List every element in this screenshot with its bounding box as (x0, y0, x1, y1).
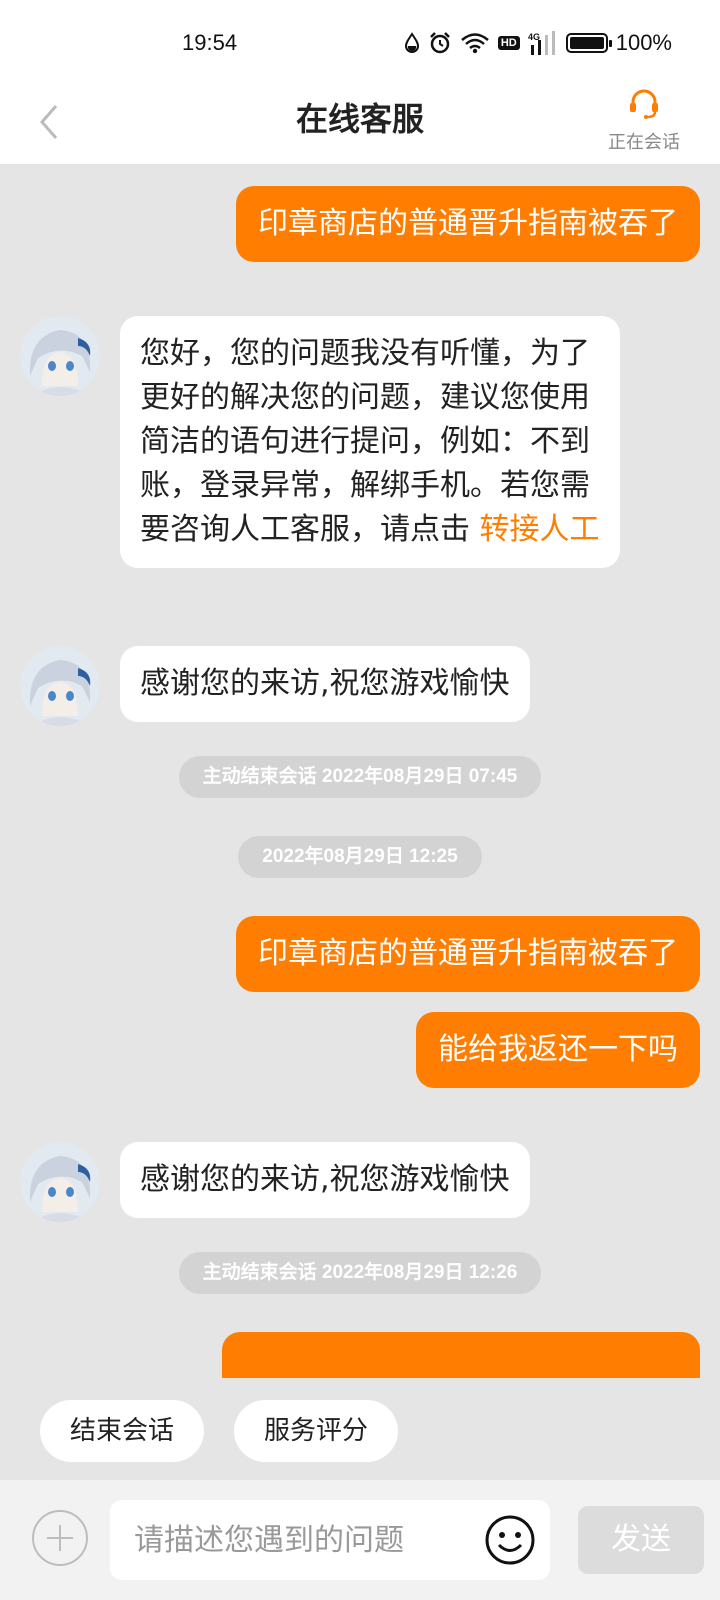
user-message: 能给我返还一下吗 (416, 1012, 700, 1088)
plus-circle-icon[interactable] (32, 1510, 88, 1566)
avatar-image (20, 316, 100, 396)
agent-message: 您好，您的问题我没有听懂，为了更好的解决您的问题，建议您使用简洁的语句进行提问，… (120, 316, 620, 568)
agent-avatar (20, 316, 100, 396)
message-timestamp: 2022年08月29日 12:25 (0, 836, 720, 878)
status-bar: 19:54 HD 4G 100% (0, 0, 720, 80)
status-time: 19:54 (182, 30, 238, 55)
avatar-image (20, 1142, 100, 1222)
rate-service-button[interactable]: 服务评分 (234, 1400, 399, 1462)
input-bar: 发送 (0, 1480, 720, 1600)
wifi-icon (460, 32, 490, 54)
user-message: 印章商店的普通晋升指南被吞了 (236, 916, 700, 992)
hd-icon: HD (497, 36, 520, 50)
chat-area[interactable]: 印章商店的普通晋升指南被吞了 您好，您的问题我没有听懂，为了更好的解决您的问题，… (0, 164, 720, 1378)
agent-message: 感谢您的来访,祝您游戏愉快 (120, 646, 530, 722)
agent-avatar (20, 1142, 100, 1222)
end-session-button[interactable]: 结束会话 (40, 1400, 205, 1462)
alarm-icon (428, 31, 452, 55)
message-input-box[interactable] (110, 1500, 550, 1580)
battery-percent: 100% (615, 30, 672, 55)
avatar-image (20, 646, 100, 726)
session-end-timestamp: 主动结束会话 2022年08月29日 07:45 (0, 756, 720, 798)
message-input[interactable] (110, 1500, 470, 1580)
water-drop-icon (404, 32, 420, 54)
user-message-partial (222, 1332, 700, 1378)
timestamp-label: 主动结束会话 2022年08月29日 07:45 (178, 756, 542, 798)
user-message: 印章商店的普通晋升指南被吞了 (236, 186, 700, 262)
transfer-to-human-link[interactable]: 转接人工 (480, 512, 600, 547)
signal-4g-icon: 4G (528, 31, 558, 55)
timestamp-label: 主动结束会话 2022年08月29日 12:26 (178, 1252, 542, 1294)
send-button[interactable]: 发送 (578, 1506, 704, 1574)
battery-icon (565, 33, 612, 53)
status-icons: HD 4G 100% (404, 30, 672, 56)
headset-icon (630, 89, 658, 119)
title-bar: 在线客服 正在会话 (0, 80, 720, 164)
timestamp-label: 2022年08月29日 12:25 (238, 836, 482, 878)
agent-message: 感谢您的来访,祝您游戏愉快 (120, 1142, 530, 1218)
session-end-timestamp: 主动结束会话 2022年08月29日 12:26 (0, 1252, 720, 1294)
quick-actions: 结束会话 服务评分 (0, 1378, 720, 1480)
agent-avatar (20, 646, 100, 726)
session-status-label: 正在会话 (608, 132, 680, 153)
smiley-icon[interactable] (484, 1514, 536, 1566)
session-status[interactable]: 正在会话 (594, 86, 694, 154)
